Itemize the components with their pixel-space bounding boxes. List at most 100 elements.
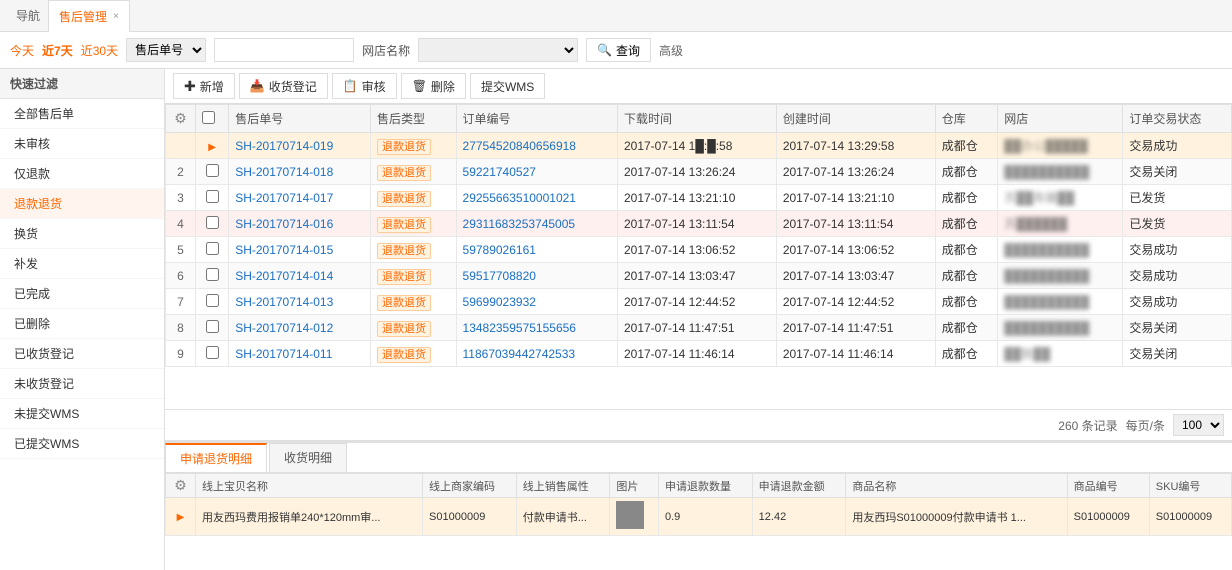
sidebar-item-1[interactable]: 未审核 bbox=[0, 129, 164, 159]
row-checkbox-cell[interactable] bbox=[196, 159, 229, 185]
col-download: 下载时间 bbox=[617, 105, 776, 133]
add-button[interactable]: ✚ 新增 bbox=[173, 73, 235, 99]
row-warehouse: 成都仓 bbox=[935, 237, 998, 263]
row-order-id[interactable]: 59699023932 bbox=[456, 289, 617, 315]
row-checkbox[interactable] bbox=[206, 320, 219, 333]
search-input[interactable] bbox=[214, 38, 354, 62]
row-checkbox[interactable] bbox=[206, 346, 219, 359]
main-layout: 快速过滤 全部售后单未审核仅退款退款退货换货补发已完成已删除已收货登记未收货登记… bbox=[0, 69, 1232, 570]
active-tab[interactable]: 售后管理 × bbox=[48, 0, 130, 32]
row-num: 5 bbox=[166, 237, 196, 263]
sidebar-item-10[interactable]: 未提交WMS bbox=[0, 399, 164, 429]
row-checkbox-cell[interactable] bbox=[196, 289, 229, 315]
row-order-id[interactable]: 59789026161 bbox=[456, 237, 617, 263]
bottom-table-wrapper: ⚙ 线上宝贝名称 线上商家编码 线上销售属性 图片 申请退款数量 申请退款金额 … bbox=[165, 473, 1232, 563]
row-order-id[interactable]: 59221740527 bbox=[456, 159, 617, 185]
advanced-button[interactable]: 高级 bbox=[659, 42, 683, 59]
sidebar-item-5[interactable]: 补发 bbox=[0, 249, 164, 279]
bottom-col-sku: SKU编号 bbox=[1149, 474, 1231, 498]
sidebar-item-2[interactable]: 仅退款 bbox=[0, 159, 164, 189]
search-bar: 今天 近7天 近30天 售后单号 网店名称 🔍 查询 高级 bbox=[0, 32, 1232, 69]
delete-button[interactable]: 🗑 删除 bbox=[401, 73, 466, 99]
row-num: 3 bbox=[166, 185, 196, 211]
row-checkbox[interactable] bbox=[206, 190, 219, 203]
row-checkbox-cell[interactable]: ▶ bbox=[196, 133, 229, 159]
row-checkbox[interactable] bbox=[206, 294, 219, 307]
bottom-col-amount: 申请退款金额 bbox=[752, 474, 846, 498]
sidebar-item-8[interactable]: 已收货登记 bbox=[0, 339, 164, 369]
row-shop: 苏██████ bbox=[998, 211, 1123, 237]
row-id[interactable]: SH-20170714-011 bbox=[229, 341, 371, 367]
row-status: 交易关闭 bbox=[1123, 159, 1232, 185]
row-checkbox-cell[interactable] bbox=[196, 315, 229, 341]
row-num bbox=[166, 133, 196, 159]
bottom-settings-col[interactable]: ⚙ bbox=[166, 474, 196, 498]
order-field-select[interactable]: 售后单号 bbox=[126, 38, 206, 62]
row-create-time: 2017-07-14 13:06:52 bbox=[776, 237, 935, 263]
audit-button[interactable]: 📋 审核 bbox=[332, 73, 397, 99]
per-page-select[interactable]: 100 bbox=[1173, 414, 1224, 436]
row-id[interactable]: SH-20170714-019 bbox=[229, 133, 371, 159]
row-checkbox-cell[interactable] bbox=[196, 263, 229, 289]
row-create-time: 2017-07-14 13:03:47 bbox=[776, 263, 935, 289]
row-order-id[interactable]: 11867039442742533 bbox=[456, 341, 617, 367]
row-checkbox-cell[interactable] bbox=[196, 211, 229, 237]
sidebar-item-6[interactable]: 已完成 bbox=[0, 279, 164, 309]
bottom-tab-1[interactable]: 收货明细 bbox=[269, 443, 347, 472]
week7-btn[interactable]: 近7天 bbox=[42, 42, 73, 59]
sidebar-item-9[interactable]: 未收货登记 bbox=[0, 369, 164, 399]
bottom-row-product-name: 用友西玛S01000009付款申请书 1... bbox=[846, 498, 1067, 536]
row-checkbox[interactable] bbox=[206, 164, 219, 177]
table-row: 3 SH-20170714-017 退款退货 29255663510001021… bbox=[166, 185, 1232, 211]
table-row: 4 SH-20170714-016 退款退货 29311683253745005… bbox=[166, 211, 1232, 237]
row-id[interactable]: SH-20170714-012 bbox=[229, 315, 371, 341]
row-checkbox[interactable] bbox=[206, 216, 219, 229]
row-checkbox[interactable] bbox=[206, 268, 219, 281]
bottom-row-play[interactable]: ▶ bbox=[166, 498, 196, 536]
sidebar-item-3[interactable]: 退款退货 bbox=[0, 189, 164, 219]
query-button[interactable]: 🔍 查询 bbox=[586, 38, 651, 62]
day30-btn[interactable]: 近30天 bbox=[81, 42, 118, 59]
row-download-time: 2017-07-14 13:11:54 bbox=[617, 211, 776, 237]
row-type: 退款退货 bbox=[370, 237, 456, 263]
sidebar-item-11[interactable]: 已提交WMS bbox=[0, 429, 164, 459]
row-type: 退款退货 bbox=[370, 133, 456, 159]
sidebar-item-0[interactable]: 全部售后单 bbox=[0, 99, 164, 129]
bottom-row-name: 用友西玛费用报销单240*120mm审... bbox=[196, 498, 423, 536]
row-id[interactable]: SH-20170714-015 bbox=[229, 237, 371, 263]
row-order-id[interactable]: 27754520840656918 bbox=[456, 133, 617, 159]
bottom-col-name: 线上宝贝名称 bbox=[196, 474, 423, 498]
row-status: 交易成功 bbox=[1123, 133, 1232, 159]
row-id[interactable]: SH-20170714-016 bbox=[229, 211, 371, 237]
row-order-id[interactable]: 29311683253745005 bbox=[456, 211, 617, 237]
submit-wms-button[interactable]: 提交WMS bbox=[470, 73, 545, 99]
row-order-id[interactable]: 29255663510001021 bbox=[456, 185, 617, 211]
row-checkbox[interactable] bbox=[206, 242, 219, 255]
row-order-id[interactable]: 59517708820 bbox=[456, 263, 617, 289]
checkbox-col-header[interactable] bbox=[196, 105, 229, 133]
row-checkbox-cell[interactable] bbox=[196, 341, 229, 367]
row-warehouse: 成都仓 bbox=[935, 289, 998, 315]
receive-button[interactable]: 📥 收货登记 bbox=[239, 73, 328, 99]
sidebar-item-7[interactable]: 已删除 bbox=[0, 309, 164, 339]
row-order-id[interactable]: 13482359575155656 bbox=[456, 315, 617, 341]
row-checkbox-cell[interactable] bbox=[196, 185, 229, 211]
sidebar-item-4[interactable]: 换货 bbox=[0, 219, 164, 249]
table-row: 9 SH-20170714-011 退款退货 11867039442742533… bbox=[166, 341, 1232, 367]
row-shop: ██致██ bbox=[998, 341, 1123, 367]
row-id[interactable]: SH-20170714-014 bbox=[229, 263, 371, 289]
play-icon[interactable]: ▶ bbox=[208, 142, 216, 153]
content-area: ✚ 新增 📥 收货登记 📋 审核 🗑 删除 提交WMS bbox=[165, 69, 1232, 570]
settings-col-header[interactable]: ⚙ bbox=[166, 105, 196, 133]
row-id[interactable]: SH-20170714-018 bbox=[229, 159, 371, 185]
row-checkbox-cell[interactable] bbox=[196, 237, 229, 263]
close-icon[interactable]: × bbox=[113, 11, 119, 22]
row-id[interactable]: SH-20170714-017 bbox=[229, 185, 371, 211]
shop-select[interactable] bbox=[418, 38, 578, 62]
today-btn[interactable]: 今天 bbox=[10, 42, 34, 59]
bottom-tab-0[interactable]: 申请退货明细 bbox=[165, 443, 267, 472]
select-all-checkbox[interactable] bbox=[202, 111, 215, 124]
delete-icon: 🗑 bbox=[412, 79, 427, 93]
row-id[interactable]: SH-20170714-013 bbox=[229, 289, 371, 315]
pagination: 260 条记录 每页/条 100 bbox=[165, 409, 1232, 440]
